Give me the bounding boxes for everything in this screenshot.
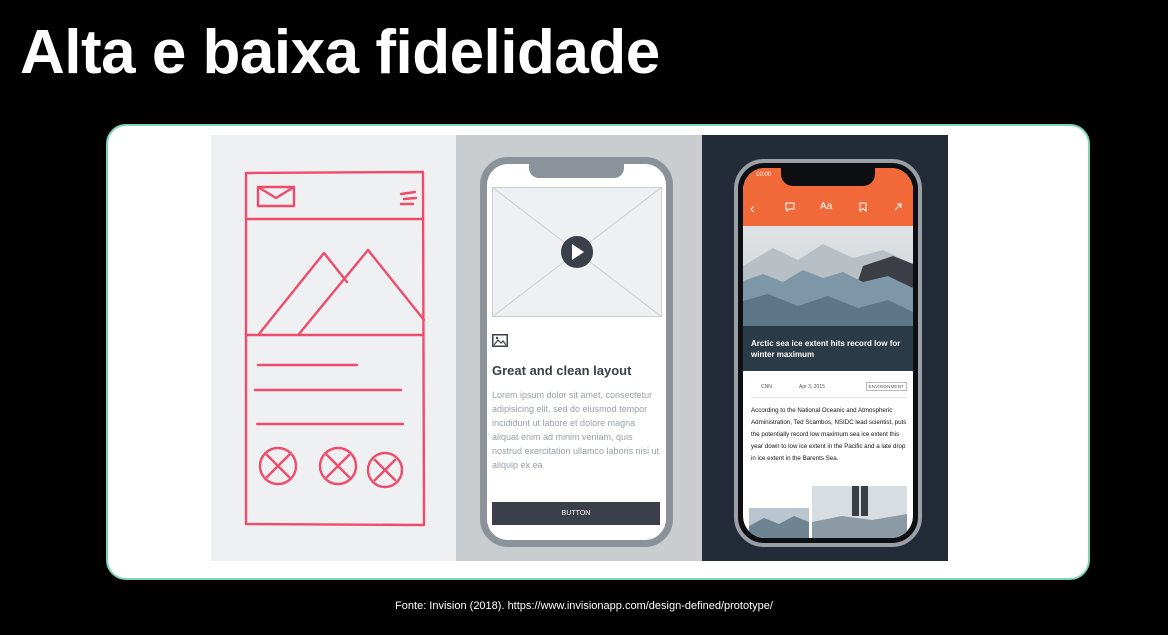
video-placeholder [492, 187, 662, 317]
article-headline: Arctic sea ice extent hits record low fo… [751, 339, 901, 359]
sketch-panel [211, 135, 456, 561]
phone-notch [529, 164, 624, 178]
article-meta: CNN Apr 3, 2015 ENVIRONMENT [751, 382, 907, 394]
sketch-wireframe [244, 170, 426, 527]
back-icon[interactable]: ‹ [750, 200, 755, 216]
play-icon [561, 236, 593, 268]
source-caption: Fonte: Invision (2018). https://www.invi… [395, 600, 773, 612]
article-body: According to the National Oceanic and At… [751, 407, 907, 462]
divider [751, 397, 907, 398]
hifi-screen: 10:00 ‹ Aa Arctic sea ice extent hits re… [743, 168, 913, 538]
article-toolbar: 10:00 ‹ Aa [743, 168, 913, 226]
thumbnail-image[interactable] [812, 486, 907, 538]
source-name: CNN [761, 384, 772, 390]
wireframe-heading: Great and clean layout [492, 363, 632, 378]
wireframe-panel: Great and clean layout Lorem ipsum dolor… [456, 135, 702, 561]
share-icon[interactable] [893, 202, 903, 212]
bookmark-icon[interactable] [858, 202, 868, 212]
fidelity-comparison-image: Great and clean layout Lorem ipsum dolor… [211, 135, 948, 561]
thumbnail-image[interactable] [749, 508, 809, 538]
text-size-icon[interactable]: Aa [820, 201, 832, 212]
wireframe-button[interactable]: BUTTON [492, 502, 660, 525]
image-icon [492, 334, 508, 347]
hifi-panel: 10:00 ‹ Aa Arctic sea ice extent hits re… [702, 135, 948, 561]
category-tag[interactable]: ENVIRONMENT [865, 382, 907, 391]
comment-icon[interactable] [785, 202, 795, 212]
status-time: 10:00 [756, 172, 772, 178]
phone-notch [781, 168, 875, 186]
slide-title: Alta e baixa fidelidade [20, 18, 660, 87]
hifi-phone: 10:00 ‹ Aa Arctic sea ice extent hits re… [734, 159, 922, 547]
wireframe-body-text: Lorem ipsum dolor sit amet, consectetur … [492, 390, 660, 470]
article-date: Apr 3, 2015 [799, 384, 825, 390]
wireframe-phone: Great and clean layout Lorem ipsum dolor… [480, 157, 673, 547]
